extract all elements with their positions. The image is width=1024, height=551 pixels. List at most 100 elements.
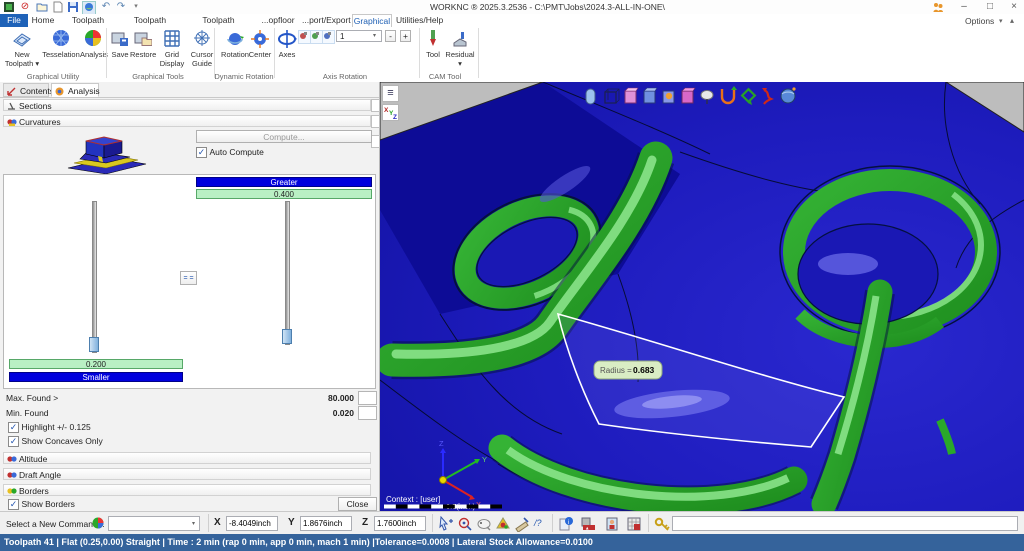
draft-angle-header[interactable]: Draft Angle	[3, 468, 371, 480]
quick-access-dropdown-icon[interactable]: ▾	[130, 1, 142, 13]
content-spinbox[interactable]	[371, 135, 380, 148]
y-coordinate-field[interactable]	[300, 516, 352, 531]
command-input[interactable]	[672, 516, 1018, 531]
restore-view-button[interactable]: Restore	[130, 29, 156, 60]
curvatures-label: Curvatures	[19, 117, 61, 127]
axis-plus-button[interactable]: +	[400, 30, 411, 42]
svg-text:i: i	[568, 520, 569, 526]
tab-toolpath-management[interactable]: Toolpath Management	[182, 14, 255, 27]
auto-compute-checkbox[interactable]: ✓ Auto Compute	[196, 147, 264, 158]
show-borders-checkbox[interactable]: ✓ Show Borders	[8, 499, 75, 510]
show-concaves-check-icon: ✓	[8, 436, 19, 447]
zoom-select-icon[interactable]	[457, 516, 473, 532]
calculator-grid-icon[interactable]	[626, 516, 642, 532]
close-button[interactable]: ×	[1008, 1, 1020, 13]
right-slider-thumb[interactable]	[282, 329, 292, 344]
altitude-icon	[7, 455, 17, 464]
measure-pen-icon[interactable]	[514, 516, 530, 532]
tab-toolpath-creation[interactable]: Toolpath Creation	[58, 14, 118, 27]
info-icon[interactable]: i	[558, 516, 574, 532]
min-found-input[interactable]	[358, 406, 377, 420]
axis-angle-dropdown-icon[interactable]: ▾	[373, 32, 376, 39]
axis-rotate-z-button[interactable]	[322, 30, 335, 44]
highlight-checkbox[interactable]: ✓ Highlight +/- 0.125	[8, 422, 91, 433]
capsule-icon[interactable]	[586, 89, 595, 104]
palette-icon[interactable]	[495, 516, 511, 532]
eraser-icon[interactable]	[476, 516, 492, 532]
max-found-input[interactable]	[358, 391, 377, 405]
redo-icon[interactable]: ↷	[115, 1, 127, 13]
radius-tooltip-value: 0.683	[633, 365, 655, 375]
options-dropdown-icon[interactable]: ▾	[999, 17, 1003, 25]
new-toolpath-label2: Toolpath	[5, 59, 33, 68]
axes-button[interactable]: Axes	[276, 29, 298, 60]
save-icon[interactable]	[67, 1, 79, 13]
machine-status-icon[interactable]: ▲	[580, 516, 596, 532]
close-panel-button[interactable]: Close	[338, 497, 377, 511]
new-document-icon[interactable]	[52, 1, 64, 13]
tool-button[interactable]: Tool	[421, 29, 445, 60]
cursor-guide-button[interactable]: CursorGuide	[188, 29, 216, 68]
options-menu[interactable]: Options	[965, 16, 994, 26]
orange-dot-cube-icon[interactable]	[663, 91, 674, 103]
undo-icon[interactable]: ↶	[100, 1, 112, 13]
app-icon[interactable]	[3, 1, 15, 13]
collapse-ribbon-icon[interactable]: ▴	[1010, 16, 1014, 25]
left-slider-track[interactable]	[92, 201, 97, 353]
right-slider-track[interactable]	[285, 201, 290, 345]
curvatures-spinbox[interactable]	[371, 115, 380, 128]
viewport-menu-button[interactable]: ≡	[382, 85, 399, 102]
tab-file[interactable]: File	[0, 14, 28, 27]
cursor-arrows-icon[interactable]	[438, 516, 454, 532]
save-view-button[interactable]: Save	[108, 29, 132, 60]
tab-import-export[interactable]: ...port/Export	[302, 14, 348, 27]
curvature-legend-frame: Greater 0.400 = = 0.200 Smaller	[3, 174, 376, 389]
graphical-mode-icon[interactable]	[82, 1, 96, 15]
viewport-xyz-button[interactable]: XYZ	[382, 104, 399, 121]
sections-spinbox[interactable]	[371, 99, 380, 112]
tesselation-button[interactable]: Tesselation	[42, 29, 80, 60]
show-concaves-checkbox[interactable]: ✓ Show Concaves Only	[8, 436, 103, 447]
command-combo[interactable]	[108, 516, 200, 531]
tab-graphical[interactable]: Graphical	[352, 14, 392, 27]
sections-header[interactable]: Sections	[3, 99, 371, 111]
maximize-button[interactable]: □	[984, 1, 996, 13]
block-icon[interactable]: ⊘	[19, 1, 31, 13]
altitude-header[interactable]: Altitude	[3, 452, 371, 464]
borders-header[interactable]: Borders	[3, 484, 371, 496]
curvatures-header[interactable]: Curvatures	[3, 115, 371, 127]
pink-cube-icon[interactable]	[625, 88, 638, 103]
new-toolpath-button[interactable]: New Toolpath ▾	[2, 29, 42, 68]
grid-display-button[interactable]: GridDisplay	[158, 29, 186, 68]
residual-button[interactable]: Residual▾	[445, 29, 475, 68]
tab-toolpath-editing[interactable]: Toolpath Editing	[122, 14, 178, 27]
open-folder-icon[interactable]	[36, 1, 48, 13]
slash-question-icon[interactable]: /?	[534, 518, 542, 528]
operator-icon[interactable]	[604, 516, 620, 532]
axis-minus-button[interactable]: -	[385, 30, 396, 42]
x-coordinate-field[interactable]	[226, 516, 278, 531]
analysis-button[interactable]: Analysis	[80, 29, 106, 60]
left-slider-thumb[interactable]	[89, 337, 99, 352]
collaboration-icon[interactable]	[932, 1, 944, 13]
magenta-cube-icon[interactable]	[682, 88, 695, 103]
tab-shopfloor[interactable]: ...opfloor	[258, 14, 298, 27]
panel-tab-analysis[interactable]: Analysis	[51, 83, 99, 97]
group-graphical-tools: Graphical Tools	[110, 72, 206, 81]
context-label: Context : [user]	[386, 495, 440, 504]
command-combo-dropdown-icon[interactable]: ▾	[192, 520, 195, 527]
rotation-button[interactable]: Rotation	[218, 29, 252, 60]
key-icon[interactable]	[654, 516, 670, 532]
panel-tab-contents[interactable]: Contents	[3, 83, 49, 97]
tab-utilities-help[interactable]: Utilities/Help	[396, 14, 442, 27]
minimize-button[interactable]: –	[958, 1, 970, 13]
blue-cube-icon[interactable]	[644, 88, 657, 103]
compute-button[interactable]: Compute...	[196, 130, 372, 143]
center-button[interactable]: Center	[248, 29, 272, 60]
radius-tooltip: Radius = 0.683	[594, 361, 662, 379]
z-coordinate-field[interactable]	[374, 516, 426, 531]
link-sliders-button[interactable]: = =	[180, 271, 197, 285]
x-coordinate-label: X	[214, 517, 221, 528]
viewport-3d[interactable]: Radius = 0.683 Z Y X Context : [user] 0.…	[380, 82, 1024, 511]
tab-home[interactable]: Home	[30, 14, 56, 27]
